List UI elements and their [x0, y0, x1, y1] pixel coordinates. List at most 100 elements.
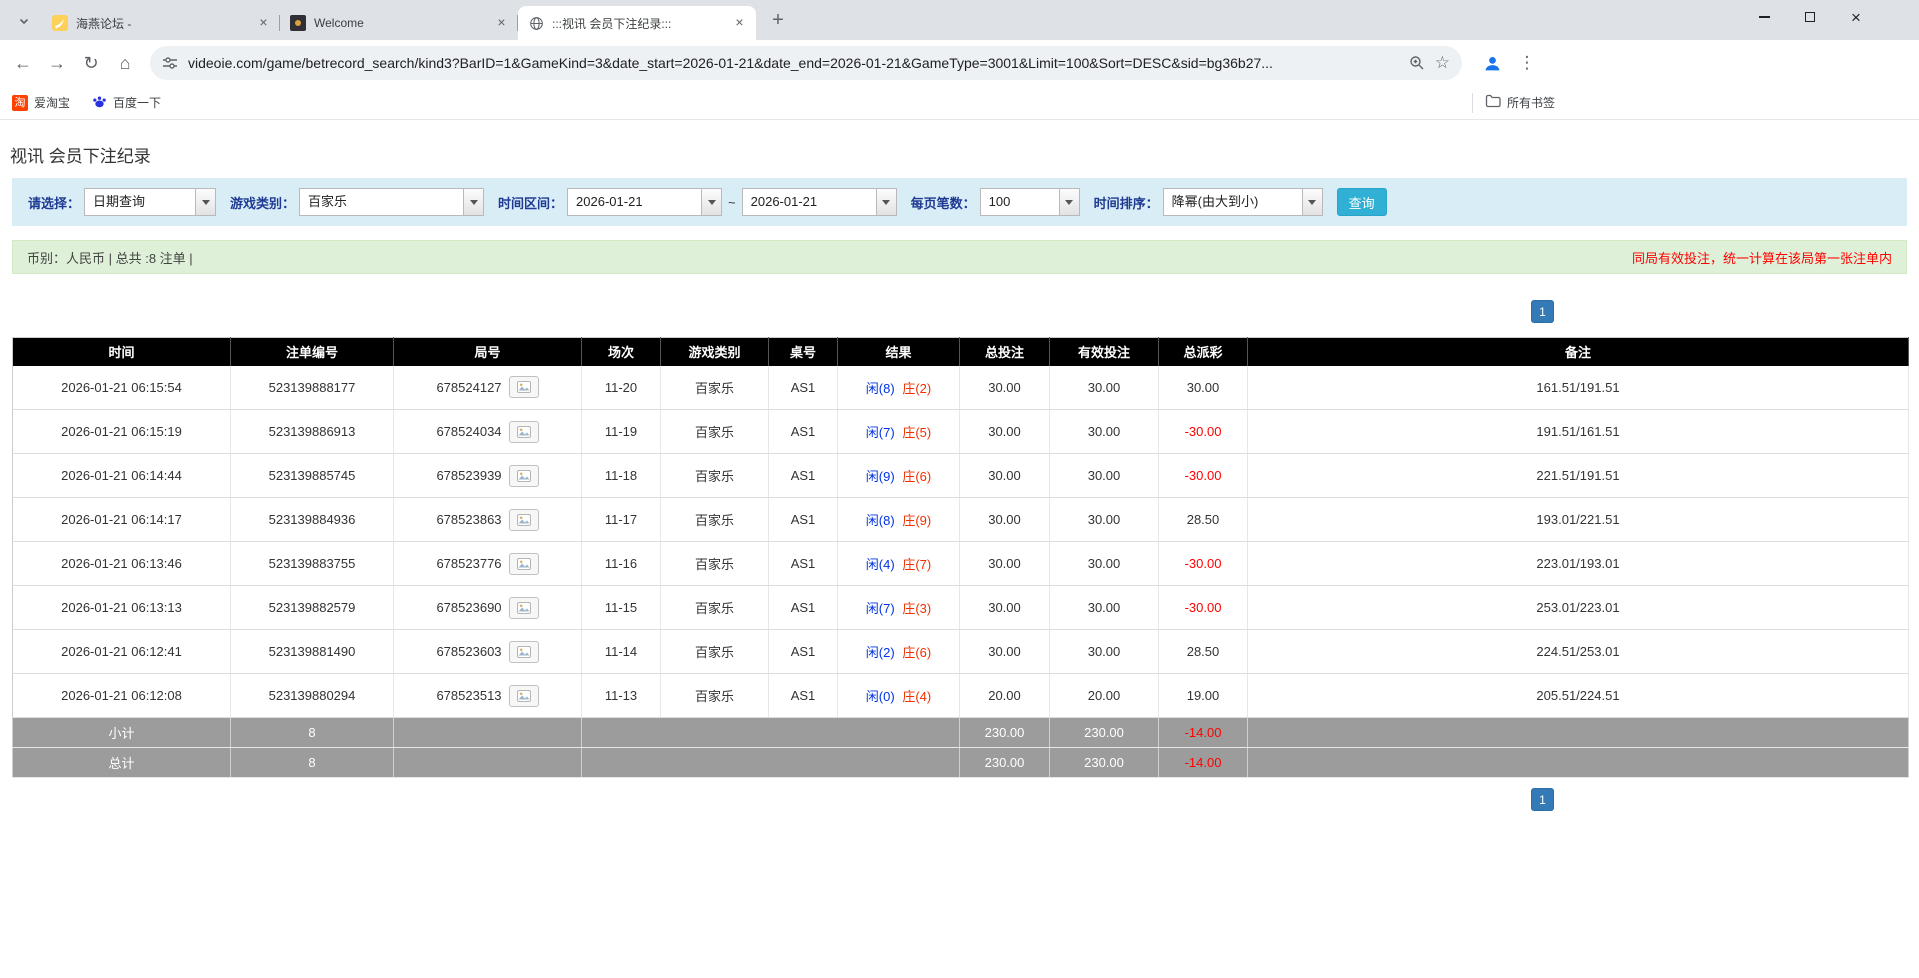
cell-payout: 28.50 [1159, 630, 1248, 674]
refresh-button[interactable]: ↻ [74, 46, 108, 80]
cell-total-bet[interactable]: 30.00 [960, 630, 1050, 674]
home-button[interactable]: ⌂ [108, 46, 142, 80]
tab-close-icon[interactable]: × [731, 15, 748, 32]
page-size-value: 100 [981, 189, 1059, 215]
url-bar[interactable]: videoie.com/game/betrecord_search/kind3?… [150, 46, 1462, 80]
game-type-combo[interactable]: 百家乐 [299, 188, 484, 216]
col-round-id: 局号 [394, 338, 582, 366]
cell-total-bet[interactable]: 30.00 [960, 366, 1050, 410]
cell-session: 11-20 [582, 366, 661, 410]
table-row: 2026-01-21 06:12:41 523139881490 6785236… [13, 630, 1909, 674]
bookmark-star-icon[interactable]: ☆ [1435, 53, 1450, 73]
chevron-down-icon[interactable] [876, 189, 896, 215]
result-banker: 庄(4) [902, 689, 931, 704]
cell-bet-id: 523139880294 [231, 674, 394, 718]
total-empty-round [394, 748, 582, 778]
forward-button[interactable]: → [40, 46, 74, 80]
cell-game-type: 百家乐 [661, 630, 769, 674]
search-button[interactable]: 查询 [1337, 188, 1387, 216]
chevron-down-icon[interactable] [1059, 189, 1079, 215]
date-end-picker[interactable]: 2026-01-21 [742, 188, 897, 216]
cell-game-type: 百家乐 [661, 586, 769, 630]
total-total-bet: 230.00 [960, 748, 1050, 778]
cell-valid-bet: 30.00 [1050, 454, 1159, 498]
cell-round-id: 678523939 [394, 454, 582, 498]
chevron-down-icon[interactable] [1302, 189, 1322, 215]
back-button[interactable]: ← [6, 46, 40, 80]
cell-table-number: AS1 [769, 586, 838, 630]
close-button[interactable]: × [1833, 0, 1879, 34]
image-icon [517, 426, 531, 438]
video-replay-button[interactable] [509, 685, 539, 707]
cell-total-bet[interactable]: 20.00 [960, 674, 1050, 718]
cell-total-bet[interactable]: 30.00 [960, 586, 1050, 630]
col-game-type: 游戏类别 [661, 338, 769, 366]
cell-total-bet[interactable]: 30.00 [960, 542, 1050, 586]
page-size-combo[interactable]: 100 [980, 188, 1080, 216]
image-icon [517, 646, 531, 658]
maximize-button[interactable] [1787, 0, 1833, 34]
date-range-label: 时间区间： [498, 193, 563, 212]
new-tab-button[interactable]: + [764, 6, 792, 34]
cell-note: 221.51/191.51 [1248, 454, 1909, 498]
video-replay-button[interactable] [509, 553, 539, 575]
url-text: videoie.com/game/betrecord_search/kind3?… [188, 55, 1399, 71]
bookmark-aitaobao[interactable]: 淘 爱淘宝 [12, 94, 70, 111]
tab-title: Welcome [314, 16, 493, 30]
tab-welcome[interactable]: Welcome × [280, 6, 518, 40]
zoom-icon[interactable] [1409, 55, 1425, 71]
cell-result: 闲(8) 庄(2) [838, 366, 960, 410]
col-bet-id: 注单编号 [231, 338, 394, 366]
cell-time: 2026-01-21 06:14:17 [13, 498, 231, 542]
total-payout: -14.00 [1159, 748, 1248, 778]
bookmark-baidu[interactable]: 百度一下 [92, 94, 161, 112]
video-replay-button[interactable] [509, 465, 539, 487]
tab-close-icon[interactable]: × [255, 15, 272, 32]
cell-valid-bet: 30.00 [1050, 630, 1159, 674]
all-bookmarks-button[interactable]: 所有书签 [1485, 94, 1555, 111]
profile-icon[interactable] [1476, 47, 1508, 79]
page-button-1[interactable]: 1 [1531, 788, 1554, 811]
cell-result: 闲(8) 庄(9) [838, 498, 960, 542]
video-replay-button[interactable] [509, 597, 539, 619]
video-replay-button[interactable] [509, 641, 539, 663]
subtotal-label: 小计 [13, 718, 231, 748]
total-count: 8 [231, 748, 394, 778]
site-settings-icon[interactable] [162, 55, 178, 71]
tab-forum[interactable]: 海燕论坛 - × [42, 6, 280, 40]
cell-time: 2026-01-21 06:12:08 [13, 674, 231, 718]
welcome-favicon-icon [290, 15, 306, 31]
cell-session: 11-18 [582, 454, 661, 498]
cell-total-bet[interactable]: 30.00 [960, 498, 1050, 542]
image-icon [517, 602, 531, 614]
subtotal-payout: -14.00 [1159, 718, 1248, 748]
cell-game-type: 百家乐 [661, 366, 769, 410]
video-replay-button[interactable] [509, 376, 539, 398]
table-row: 2026-01-21 06:15:54 523139888177 6785241… [13, 366, 1909, 410]
chevron-down-icon[interactable] [195, 189, 215, 215]
video-replay-button[interactable] [509, 421, 539, 443]
date-separator: ~ [728, 195, 736, 210]
cell-payout: -30.00 [1159, 410, 1248, 454]
select-type-combo[interactable]: 日期查询 [84, 188, 216, 216]
page-button-1[interactable]: 1 [1531, 300, 1554, 323]
minimize-button[interactable] [1741, 0, 1787, 34]
tab-close-icon[interactable]: × [493, 15, 510, 32]
table-footer: 小计 8 230.00 230.00 -14.00 总计 8 230.00 23… [13, 718, 1909, 778]
cell-total-bet[interactable]: 30.00 [960, 454, 1050, 498]
result-player: 闲(9) [866, 469, 895, 484]
tab-search-button[interactable] [10, 7, 38, 35]
tab-bet-record[interactable]: :::视讯 会员下注纪录::: × [518, 6, 756, 40]
sort-order-combo[interactable]: 降幂(由大到小) [1163, 188, 1323, 216]
chevron-down-icon[interactable] [463, 189, 483, 215]
cell-bet-id: 523139882579 [231, 586, 394, 630]
menu-kebab-icon[interactable]: ⋮ [1514, 47, 1540, 79]
col-total-bet: 总投注 [960, 338, 1050, 366]
round-id-text: 678523690 [436, 600, 501, 615]
video-replay-button[interactable] [509, 509, 539, 531]
chevron-down-icon[interactable] [701, 189, 721, 215]
cell-total-bet[interactable]: 30.00 [960, 410, 1050, 454]
game-type-label: 游戏类别： [230, 193, 295, 212]
cell-bet-id: 523139888177 [231, 366, 394, 410]
date-start-picker[interactable]: 2026-01-21 [567, 188, 722, 216]
